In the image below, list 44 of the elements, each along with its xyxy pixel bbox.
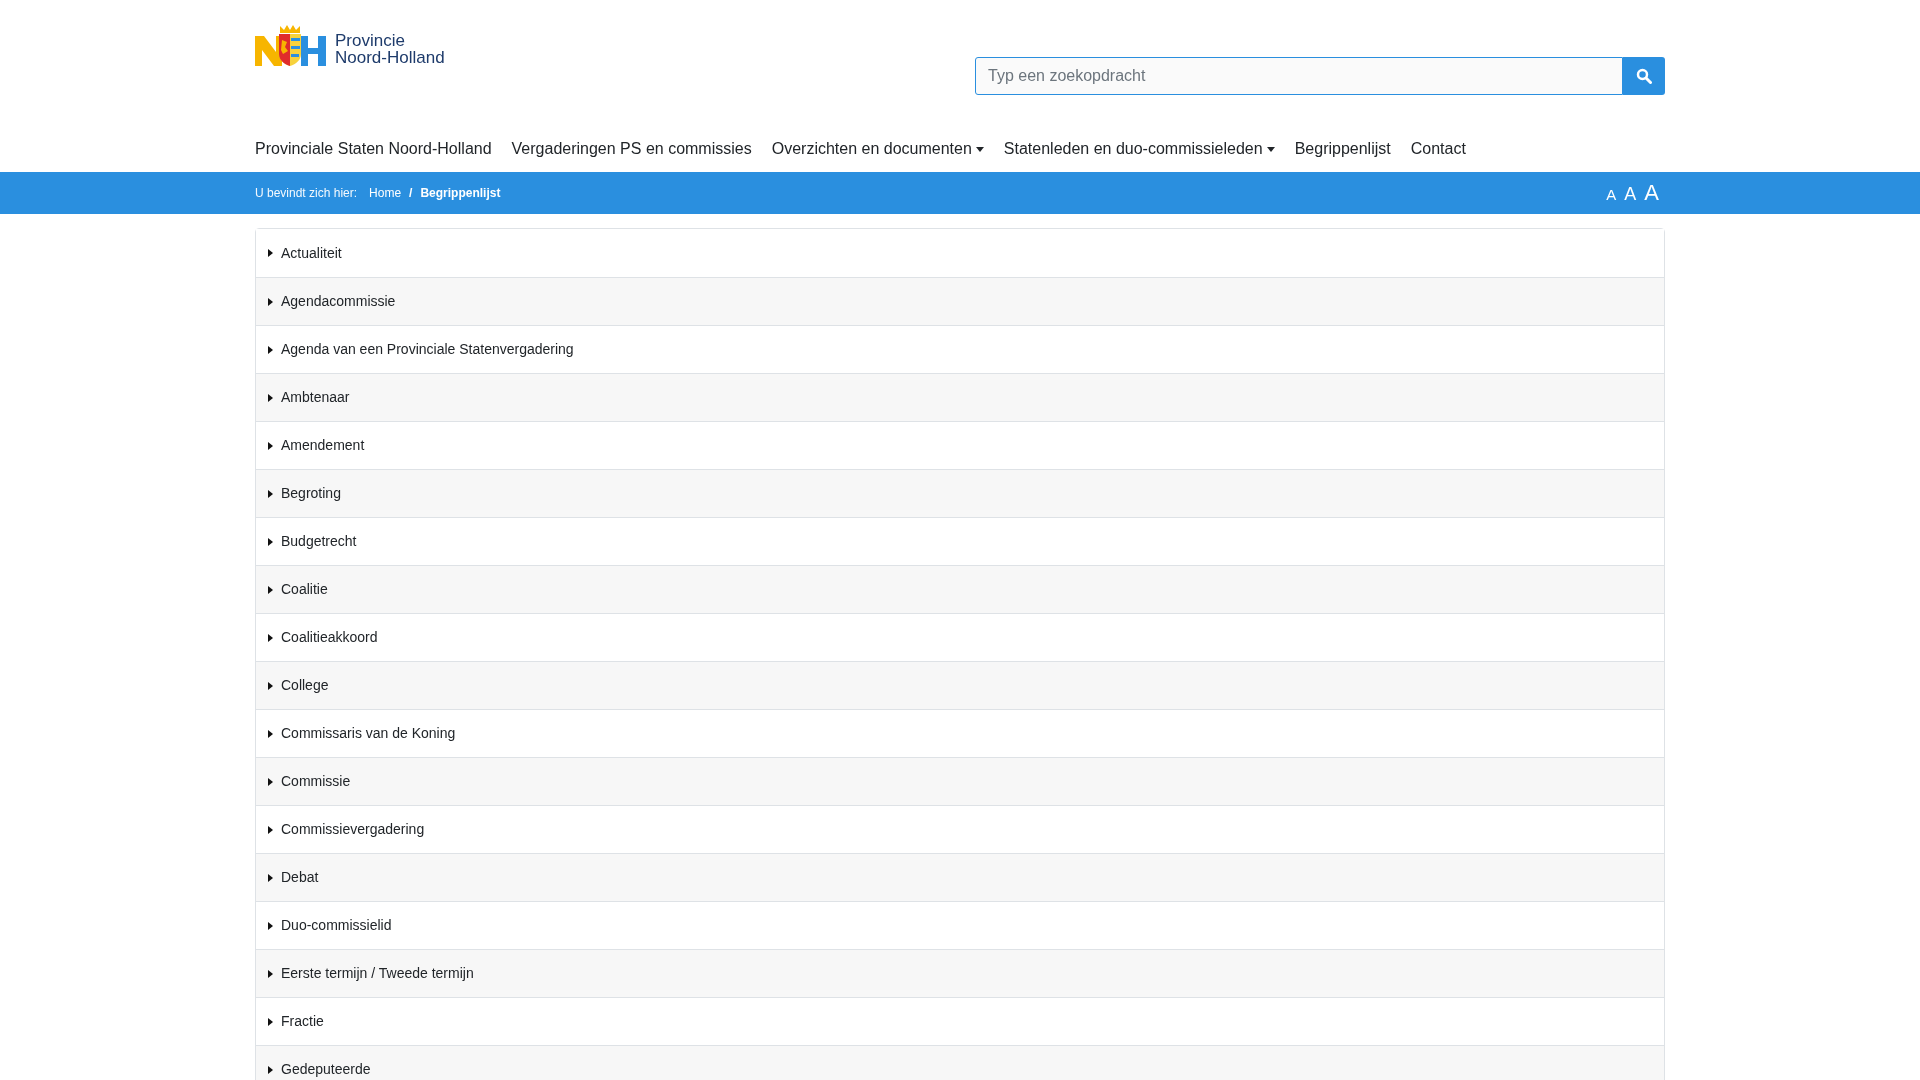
nav-dropdown[interactable]: Statenleden en duo-commissieleden bbox=[1003, 137, 1275, 161]
caret-icon bbox=[268, 249, 273, 257]
nav-link[interactable]: Begrippenlijst bbox=[1294, 137, 1391, 161]
caret-icon bbox=[268, 825, 273, 834]
nav-dropdown[interactable]: Overzichten en documenten bbox=[771, 137, 984, 161]
caret-icon bbox=[268, 1065, 273, 1074]
caret-icon bbox=[268, 681, 273, 690]
caret-icon bbox=[268, 537, 273, 546]
caret-icon bbox=[268, 633, 273, 642]
current-page-text: Begrippenlijst bbox=[420, 185, 501, 202]
caret-icon bbox=[268, 345, 273, 354]
breadcrumb-label: U bevindt zich hier: bbox=[255, 185, 358, 202]
accordion-item[interactable]: Commissie bbox=[256, 757, 1664, 805]
logo-text: Noord-Holland bbox=[335, 49, 445, 66]
caret-icon bbox=[975, 146, 984, 152]
nav-link[interactable]: Vergaderingen PS en commissies bbox=[511, 137, 752, 161]
accordion-item[interactable]: Agendacommissie bbox=[256, 277, 1664, 325]
logo-text: Provincie bbox=[335, 32, 406, 49]
caret-icon bbox=[268, 489, 273, 498]
logo-icon bbox=[255, 24, 327, 66]
caret-icon bbox=[268, 777, 273, 786]
search-button[interactable] bbox=[1623, 57, 1665, 95]
caret-icon bbox=[268, 441, 273, 450]
nav-link[interactable]: Contact bbox=[1410, 137, 1466, 161]
accordion-item[interactable]: Ambtenaar bbox=[256, 373, 1664, 421]
accordion-item[interactable]: Eerste termijn / Tweede termijn bbox=[256, 949, 1664, 997]
accordion-item[interactable]: College bbox=[256, 661, 1664, 709]
caret-icon bbox=[268, 1017, 273, 1026]
search-icon bbox=[1636, 68, 1652, 84]
caret-icon bbox=[268, 585, 273, 594]
accordion-item[interactable]: Gedeputeerde bbox=[256, 1045, 1664, 1080]
caret-icon bbox=[268, 393, 273, 402]
accordion-item[interactable]: Debat bbox=[256, 853, 1664, 901]
caret-icon bbox=[268, 873, 273, 882]
caret-icon bbox=[268, 729, 273, 738]
nav-link[interactable]: Provinciale Staten Noord-Holland bbox=[255, 137, 492, 161]
caret-icon bbox=[1266, 146, 1275, 152]
caret-icon bbox=[268, 969, 273, 978]
accordion-item[interactable]: Coalitie bbox=[256, 565, 1664, 613]
caret-icon bbox=[268, 297, 273, 306]
caret-icon bbox=[268, 921, 273, 930]
search-field[interactable]: Typ een zoekopdracht bbox=[975, 57, 1623, 95]
accordion-item[interactable]: Begroting bbox=[256, 469, 1664, 517]
breadcrumb-separator: / bbox=[409, 185, 413, 202]
